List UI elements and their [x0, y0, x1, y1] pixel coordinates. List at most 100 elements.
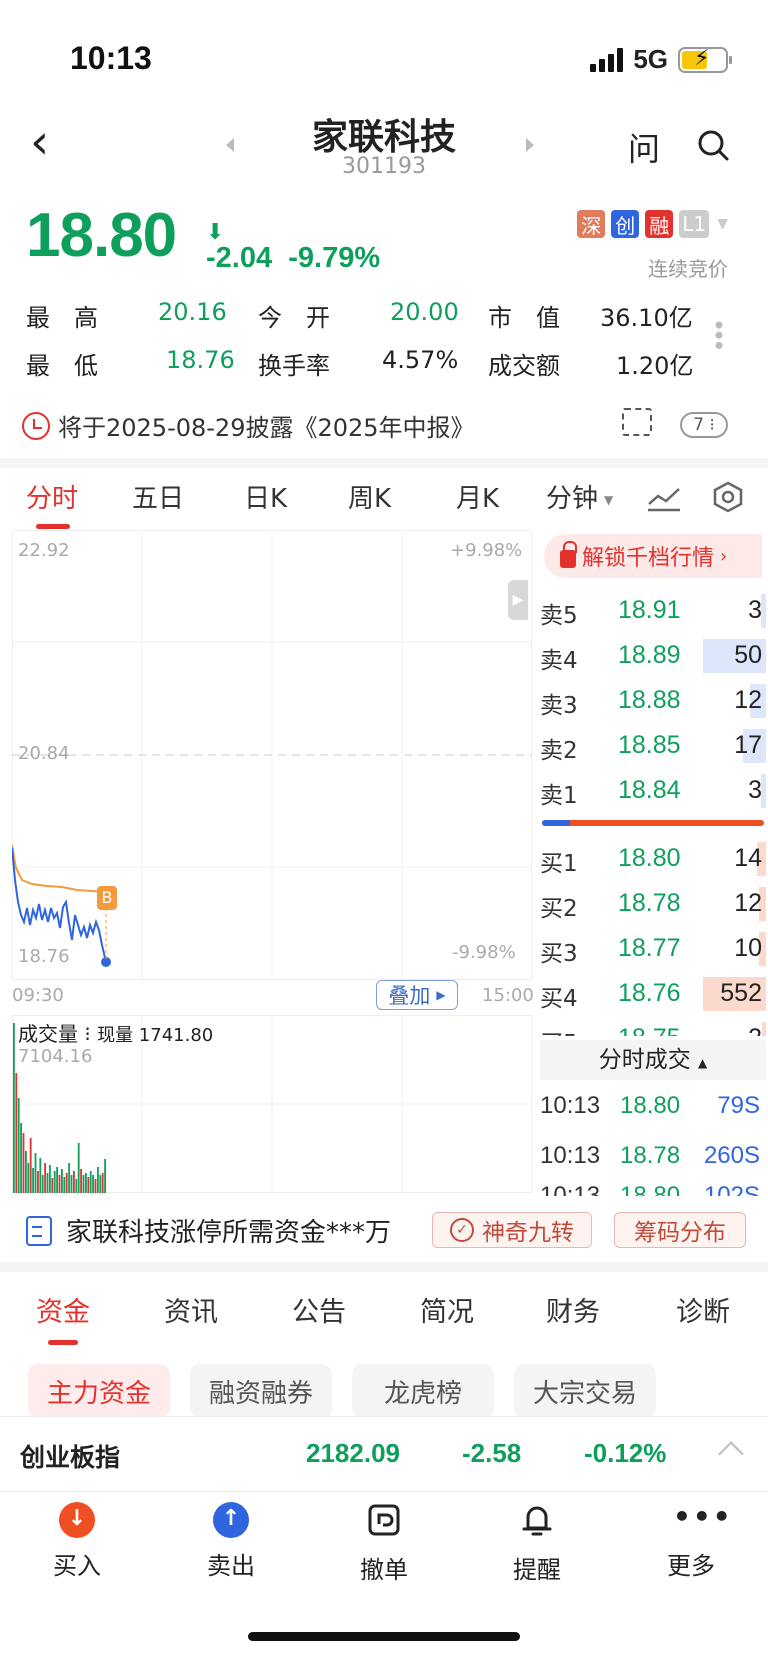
open-value: 20.00	[390, 298, 459, 326]
volume-bar	[104, 1159, 106, 1193]
more-action[interactable]: ••• 更多	[636, 1502, 746, 1581]
ask-row[interactable]: 卖3 18.88 12	[540, 680, 766, 720]
orderbook-label: 买5	[540, 1024, 578, 1036]
orderbook-label: 卖1	[540, 783, 578, 809]
tab-minute[interactable]: 分钟 ▼	[546, 478, 613, 515]
tab-diagnosis[interactable]: 诊断	[676, 1290, 730, 1329]
subtab-block-trade[interactable]: 大宗交易	[514, 1364, 656, 1418]
divider	[0, 1262, 768, 1272]
tab-funds[interactable]: 资金	[36, 1290, 90, 1329]
badge-shen: 深	[577, 210, 606, 238]
bid-row[interactable]: 买5 18.75 2	[540, 1018, 766, 1036]
turnover-label: 换手率	[258, 352, 330, 380]
price-change: -2.04 -9.79%	[206, 242, 381, 274]
y-top-label: 22.92	[18, 540, 70, 561]
badge-chuang: 创	[611, 210, 640, 238]
volume-bar	[44, 1163, 46, 1193]
magic-nine-button[interactable]: ✓ 神奇九转	[432, 1212, 592, 1248]
chart-line-icon[interactable]	[646, 484, 682, 512]
tab-intraday[interactable]: 分时	[26, 478, 78, 515]
volume-bar	[20, 1123, 22, 1193]
tab-month-k[interactable]: 月K	[456, 478, 499, 515]
index-change: -2.58	[462, 1438, 522, 1468]
tab-announcements[interactable]: 公告	[292, 1290, 346, 1329]
mcap-label: 市 值	[488, 304, 560, 332]
bid-row[interactable]: 买1 18.80 14	[540, 838, 766, 878]
volume-bar	[39, 1158, 42, 1193]
home-indicator[interactable]	[248, 1632, 520, 1641]
tab-news[interactable]: 资讯	[164, 1290, 218, 1329]
tab-five-day[interactable]: 五日	[132, 478, 184, 515]
subtab-main-funds[interactable]: 主力资金	[28, 1364, 170, 1418]
sell-action[interactable]: ↑ 卖出	[176, 1502, 286, 1581]
stock-badges: 深 创 融 L1 ▼	[577, 210, 728, 238]
search-icon[interactable]	[696, 128, 730, 162]
buy-marker[interactable]: B	[97, 886, 117, 910]
amount-value: 1.20亿	[616, 352, 694, 380]
ticks-header[interactable]: 分时成交 ▲	[540, 1040, 766, 1080]
bid-row[interactable]: 买2 18.78 12	[540, 883, 766, 923]
more-stats-icon[interactable]: •••	[704, 318, 732, 348]
network-type: 5G	[633, 44, 668, 74]
disclosure-row[interactable]: 将于2025-08-29披露《2025年中报》	[22, 408, 475, 443]
volume-bar	[87, 1177, 90, 1193]
badge-rong: 融	[645, 210, 674, 238]
volume-bar	[41, 1175, 44, 1193]
volume-bar	[22, 1133, 25, 1193]
orderbook-label: 买1	[540, 851, 578, 877]
next-stock-icon[interactable]	[526, 138, 534, 152]
chip-distribution-button[interactable]: 筹码分布	[614, 1212, 746, 1248]
volume-bar	[94, 1179, 97, 1193]
unlock-depth-button[interactable]: 解锁千档行情 ›	[544, 534, 762, 578]
ask-row[interactable]: 卖1 18.84 3	[540, 770, 766, 810]
volume-bar	[89, 1171, 92, 1193]
tab-financials[interactable]: 财务	[546, 1290, 600, 1329]
volume-max-label: 7104.16	[18, 1046, 93, 1067]
ask-row[interactable]: 卖2 18.85 17	[540, 725, 766, 765]
cancel-order-action[interactable]: 撤单	[329, 1502, 439, 1585]
limit-up-row[interactable]: 家联科技涨停所需资金***万	[26, 1212, 391, 1249]
volume-bar	[13, 1023, 15, 1193]
volume-bar	[92, 1175, 94, 1193]
bid-row-clipped: 买5 18.75 2	[540, 1018, 766, 1036]
badge-l1[interactable]: L1	[679, 210, 710, 238]
volume-bar	[63, 1177, 66, 1193]
expand-panel-icon[interactable]: ▶	[508, 580, 528, 620]
volume-bar	[97, 1167, 99, 1193]
buy-action[interactable]: ↓ 买入	[22, 1502, 132, 1581]
overlay-button[interactable]: 叠加 ▶	[376, 980, 458, 1010]
index-name: 创业板指	[20, 1443, 121, 1472]
subtab-dragon-tiger[interactable]: 龙虎榜	[352, 1364, 494, 1418]
signal-icon	[590, 47, 624, 72]
orderbook-qty: 12	[734, 889, 762, 917]
tab-profile[interactable]: 简况	[420, 1290, 474, 1329]
comment-count[interactable]: 7 ⁝	[680, 412, 728, 438]
alert-action[interactable]: 提醒	[482, 1502, 592, 1585]
bid-row[interactable]: 买4 18.76 552	[540, 973, 766, 1013]
cancel-order-icon	[368, 1504, 400, 1536]
volume-bar	[99, 1175, 102, 1193]
orderbook-label: 卖5	[540, 603, 578, 629]
ask-row[interactable]: 卖4 18.89 50	[540, 635, 766, 675]
bid-row[interactable]: 买3 18.77 10	[540, 928, 766, 968]
divider	[0, 458, 768, 468]
current-price: 18.80	[26, 201, 177, 270]
subtab-margin[interactable]: 融资融券	[190, 1364, 332, 1418]
volume-bar	[49, 1165, 51, 1193]
status-time: 10:13	[70, 40, 152, 76]
note-add-icon[interactable]	[622, 408, 652, 436]
orderbook-price: 18.78	[618, 889, 681, 917]
volume-bar	[27, 1163, 30, 1193]
settings-hex-icon[interactable]	[712, 481, 744, 513]
volume-label: 成交量 ⁝ 现量 1741.80	[18, 1022, 214, 1046]
caret-down-icon[interactable]: ▼	[717, 216, 728, 232]
ask-row[interactable]: 卖5 18.91 3	[540, 590, 766, 630]
volume-bar	[32, 1168, 34, 1193]
ask-button[interactable]: 问	[628, 124, 660, 170]
bell-icon	[522, 1506, 552, 1536]
amount-label: 成交额	[488, 352, 560, 380]
tab-day-k[interactable]: 日K	[244, 478, 287, 515]
volume-bar	[68, 1163, 70, 1193]
tab-week-k[interactable]: 周K	[348, 478, 391, 515]
orderbook-label: 卖4	[540, 648, 578, 674]
